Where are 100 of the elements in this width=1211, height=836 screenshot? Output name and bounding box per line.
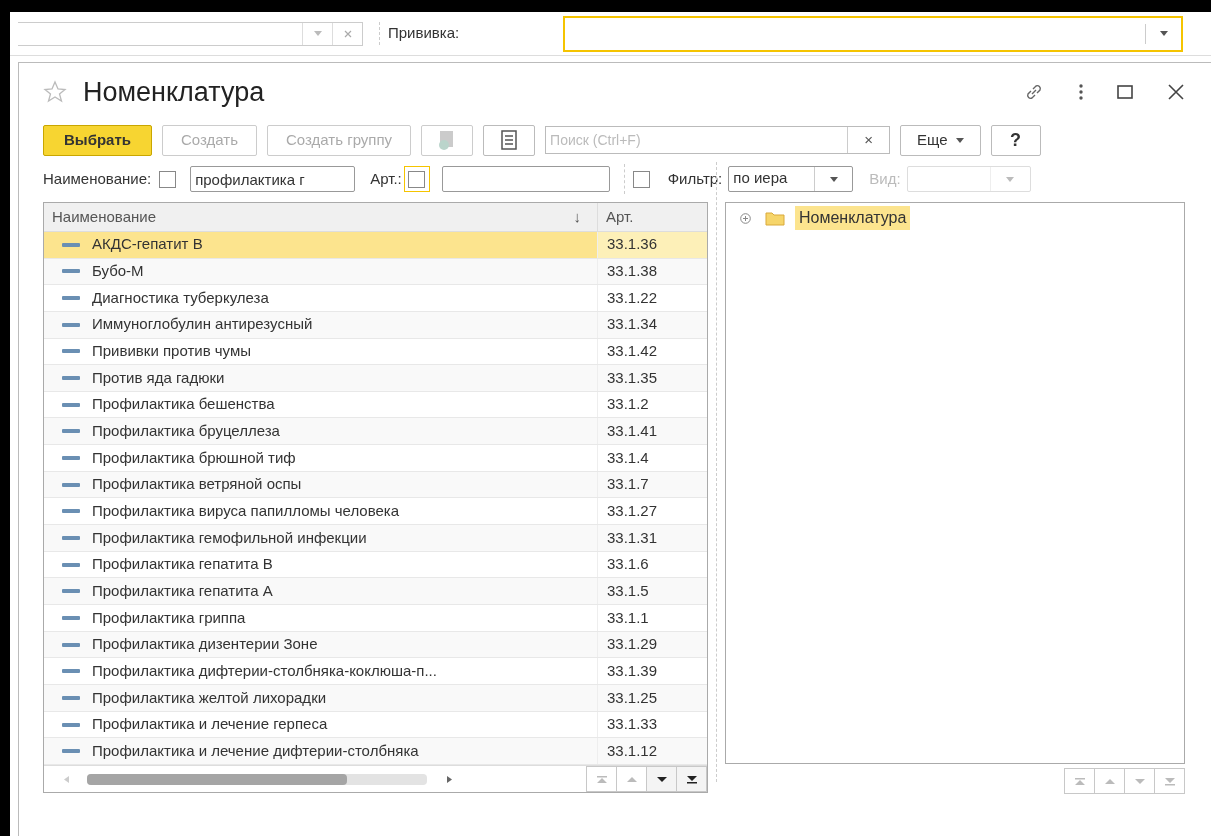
table-cell-text: 33.1.1 <box>607 607 649 628</box>
table-cell-text: Иммуноглобулин антирезусный <box>92 314 313 335</box>
view-label: Вид: <box>869 168 901 189</box>
column-header[interactable]: Арт. <box>598 203 707 231</box>
scroll-left-icon[interactable] <box>64 775 69 783</box>
table-cell-text: Бубо-М <box>92 261 144 282</box>
table-cell-text: 33.1.27 <box>607 501 658 521</box>
table-row[interactable]: Диагностика туберкулеза 33.1.22 <box>44 285 707 312</box>
table-cell-text: 33.1.36 <box>607 234 658 255</box>
expand-icon[interactable] <box>740 212 751 224</box>
scrollbar[interactable] <box>87 773 427 785</box>
list-icon <box>501 130 518 150</box>
table-row[interactable]: Профилактика ветряной оспы 33.1.7 <box>44 471 707 499</box>
close-icon[interactable] <box>1167 83 1185 101</box>
art-label: Арт.: <box>370 168 402 189</box>
view-field[interactable] <box>906 166 1031 192</box>
nav-button[interactable] <box>646 766 677 792</box>
table-row[interactable]: Профилактика гепатита А 33.1.5 <box>44 578 707 606</box>
table-cell-text: Профилактика дифтерии-столбняка-коклюша-п... <box>92 660 437 681</box>
table-cell-text: 33.1.42 <box>607 341 658 362</box>
filter-field[interactable]: по иерa <box>728 166 854 192</box>
table-row[interactable]: Профилактика брюшной тиф 33.1.4 <box>44 445 707 472</box>
checkbox[interactable] <box>408 170 426 188</box>
select-button[interactable]: Выбрать <box>43 124 152 156</box>
table-row[interactable]: Профилактика желтой лихорадки 33.1.25 <box>44 685 707 712</box>
table-cell-text: Профилактика ветряной оспы <box>92 474 302 495</box>
maximize-icon[interactable] <box>1117 85 1133 99</box>
table-cell-text: Профилактика бруцеллеза <box>92 421 280 442</box>
table-cell-text: Профилактика бешенства <box>92 394 275 415</box>
table-cell-text: Профилактика вируса папилломы человека <box>92 501 400 521</box>
clear-icon[interactable] <box>343 29 352 38</box>
table-row[interactable]: Профилактика дизентерии Зоне 33.1.29 <box>44 631 707 659</box>
item-icon <box>62 455 80 460</box>
table-cell-text: 33.1.29 <box>607 634 658 655</box>
vaccination-field[interactable] <box>563 15 1184 52</box>
table-cell-text: 33.1.34 <box>607 314 658 335</box>
table-row[interactable]: Профилактика гепатита В 33.1.6 <box>44 551 707 579</box>
down-arrow-icon <box>685 773 698 785</box>
sort-icon: ↓ <box>573 205 581 229</box>
filter-label: Фильтр: <box>667 168 723 189</box>
table-cell-text: Профилактика гепатита В <box>92 554 273 575</box>
checkbox[interactable] <box>632 170 650 188</box>
item-icon <box>62 695 80 700</box>
table-row[interactable]: Иммуноглобулин антирезусный 33.1.34 <box>44 311 707 339</box>
table-cell-text: 33.1.31 <box>607 527 658 548</box>
tree-item[interactable]: Номенклатура <box>795 206 911 230</box>
table-cell-text: Профилактика гриппа <box>92 607 246 628</box>
table-row[interactable]: Профилактика гриппа 33.1.1 <box>44 605 707 632</box>
table-cell-text: 33.1.4 <box>607 447 649 468</box>
scroll-right-icon[interactable] <box>447 775 452 783</box>
table-row[interactable]: Профилактика и лечение герпеса 33.1.33 <box>44 711 707 739</box>
item-icon <box>62 589 80 594</box>
item-icon <box>62 509 80 514</box>
folder-icon <box>765 210 785 226</box>
item-icon <box>62 296 80 300</box>
nav-button[interactable] <box>676 766 707 792</box>
caret-icon <box>1006 176 1015 182</box>
table-cell-text: 33.1.25 <box>607 687 658 708</box>
table-cell-text: Профилактика и лечение герпеса <box>92 714 328 735</box>
table-cell-text: Профилактика гемофильной инфекции <box>92 527 367 548</box>
help-button[interactable]: ? <box>990 124 1041 156</box>
table-row[interactable]: Профилактика бруцеллеза 33.1.41 <box>44 418 707 446</box>
art-filter-field[interactable] <box>441 166 610 192</box>
item-icon <box>62 562 80 567</box>
column-header[interactable]: Наименование ↓ <box>44 203 598 231</box>
item-icon <box>62 429 80 434</box>
item-icon <box>62 615 80 620</box>
star-icon[interactable] <box>43 80 67 104</box>
table-row[interactable]: Против яда гадюки 33.1.35 <box>44 365 707 392</box>
name-label: Наименование: <box>43 168 152 189</box>
search-field[interactable]: Поиск (Ctrl+F) × <box>545 126 891 154</box>
item-icon <box>62 376 80 380</box>
name-filter-field[interactable]: профилактика г <box>190 166 356 192</box>
item-icon <box>62 269 80 274</box>
table-cell-text: 33.1.38 <box>607 261 658 282</box>
table-cell-text: 33.1.7 <box>607 474 649 495</box>
table-row[interactable]: Бубо-М 33.1.38 <box>44 258 707 286</box>
table-cell-text: 33.1.33 <box>607 714 658 735</box>
table-cell-text: 33.1.39 <box>607 660 658 681</box>
clear-button[interactable]: × <box>847 127 890 153</box>
more-button[interactable]: Еще <box>900 124 981 156</box>
more-icon[interactable] <box>1079 84 1083 100</box>
table-row[interactable]: Профилактика вируса папилломы человека 33.1.27 <box>44 498 707 526</box>
checkbox[interactable] <box>159 170 177 188</box>
field-label: Прививка: <box>379 22 460 45</box>
table-cell-text: Профилактика дизентерии Зоне <box>92 634 318 655</box>
up-arrow-icon <box>595 773 608 785</box>
list-button[interactable] <box>483 124 536 156</box>
table-row[interactable]: Профилактика и лечение дифтерии-столбняка 33.1.12 <box>44 738 707 765</box>
table-row[interactable]: Профилактика бешенства 33.1.2 <box>44 391 707 419</box>
table-cell-text: 33.1.22 <box>607 287 658 308</box>
combo-field[interactable] <box>18 21 363 46</box>
table-row[interactable]: Профилактика гемофильной инфекции 33.1.31 <box>44 525 707 552</box>
table-cell-text: АКДС-гепатит В <box>92 234 203 255</box>
table-row[interactable]: Профилактика дифтерии-столбняка-коклюша-п... 33.1.39 <box>44 658 707 686</box>
table-row[interactable]: АКДС-гепатит В 33.1.36 <box>44 231 707 259</box>
table-row[interactable]: Прививки против чумы 33.1.42 <box>44 338 707 366</box>
item-icon <box>62 242 80 247</box>
item-icon <box>62 402 80 407</box>
table-cell-text: 33.1.5 <box>607 581 649 601</box>
